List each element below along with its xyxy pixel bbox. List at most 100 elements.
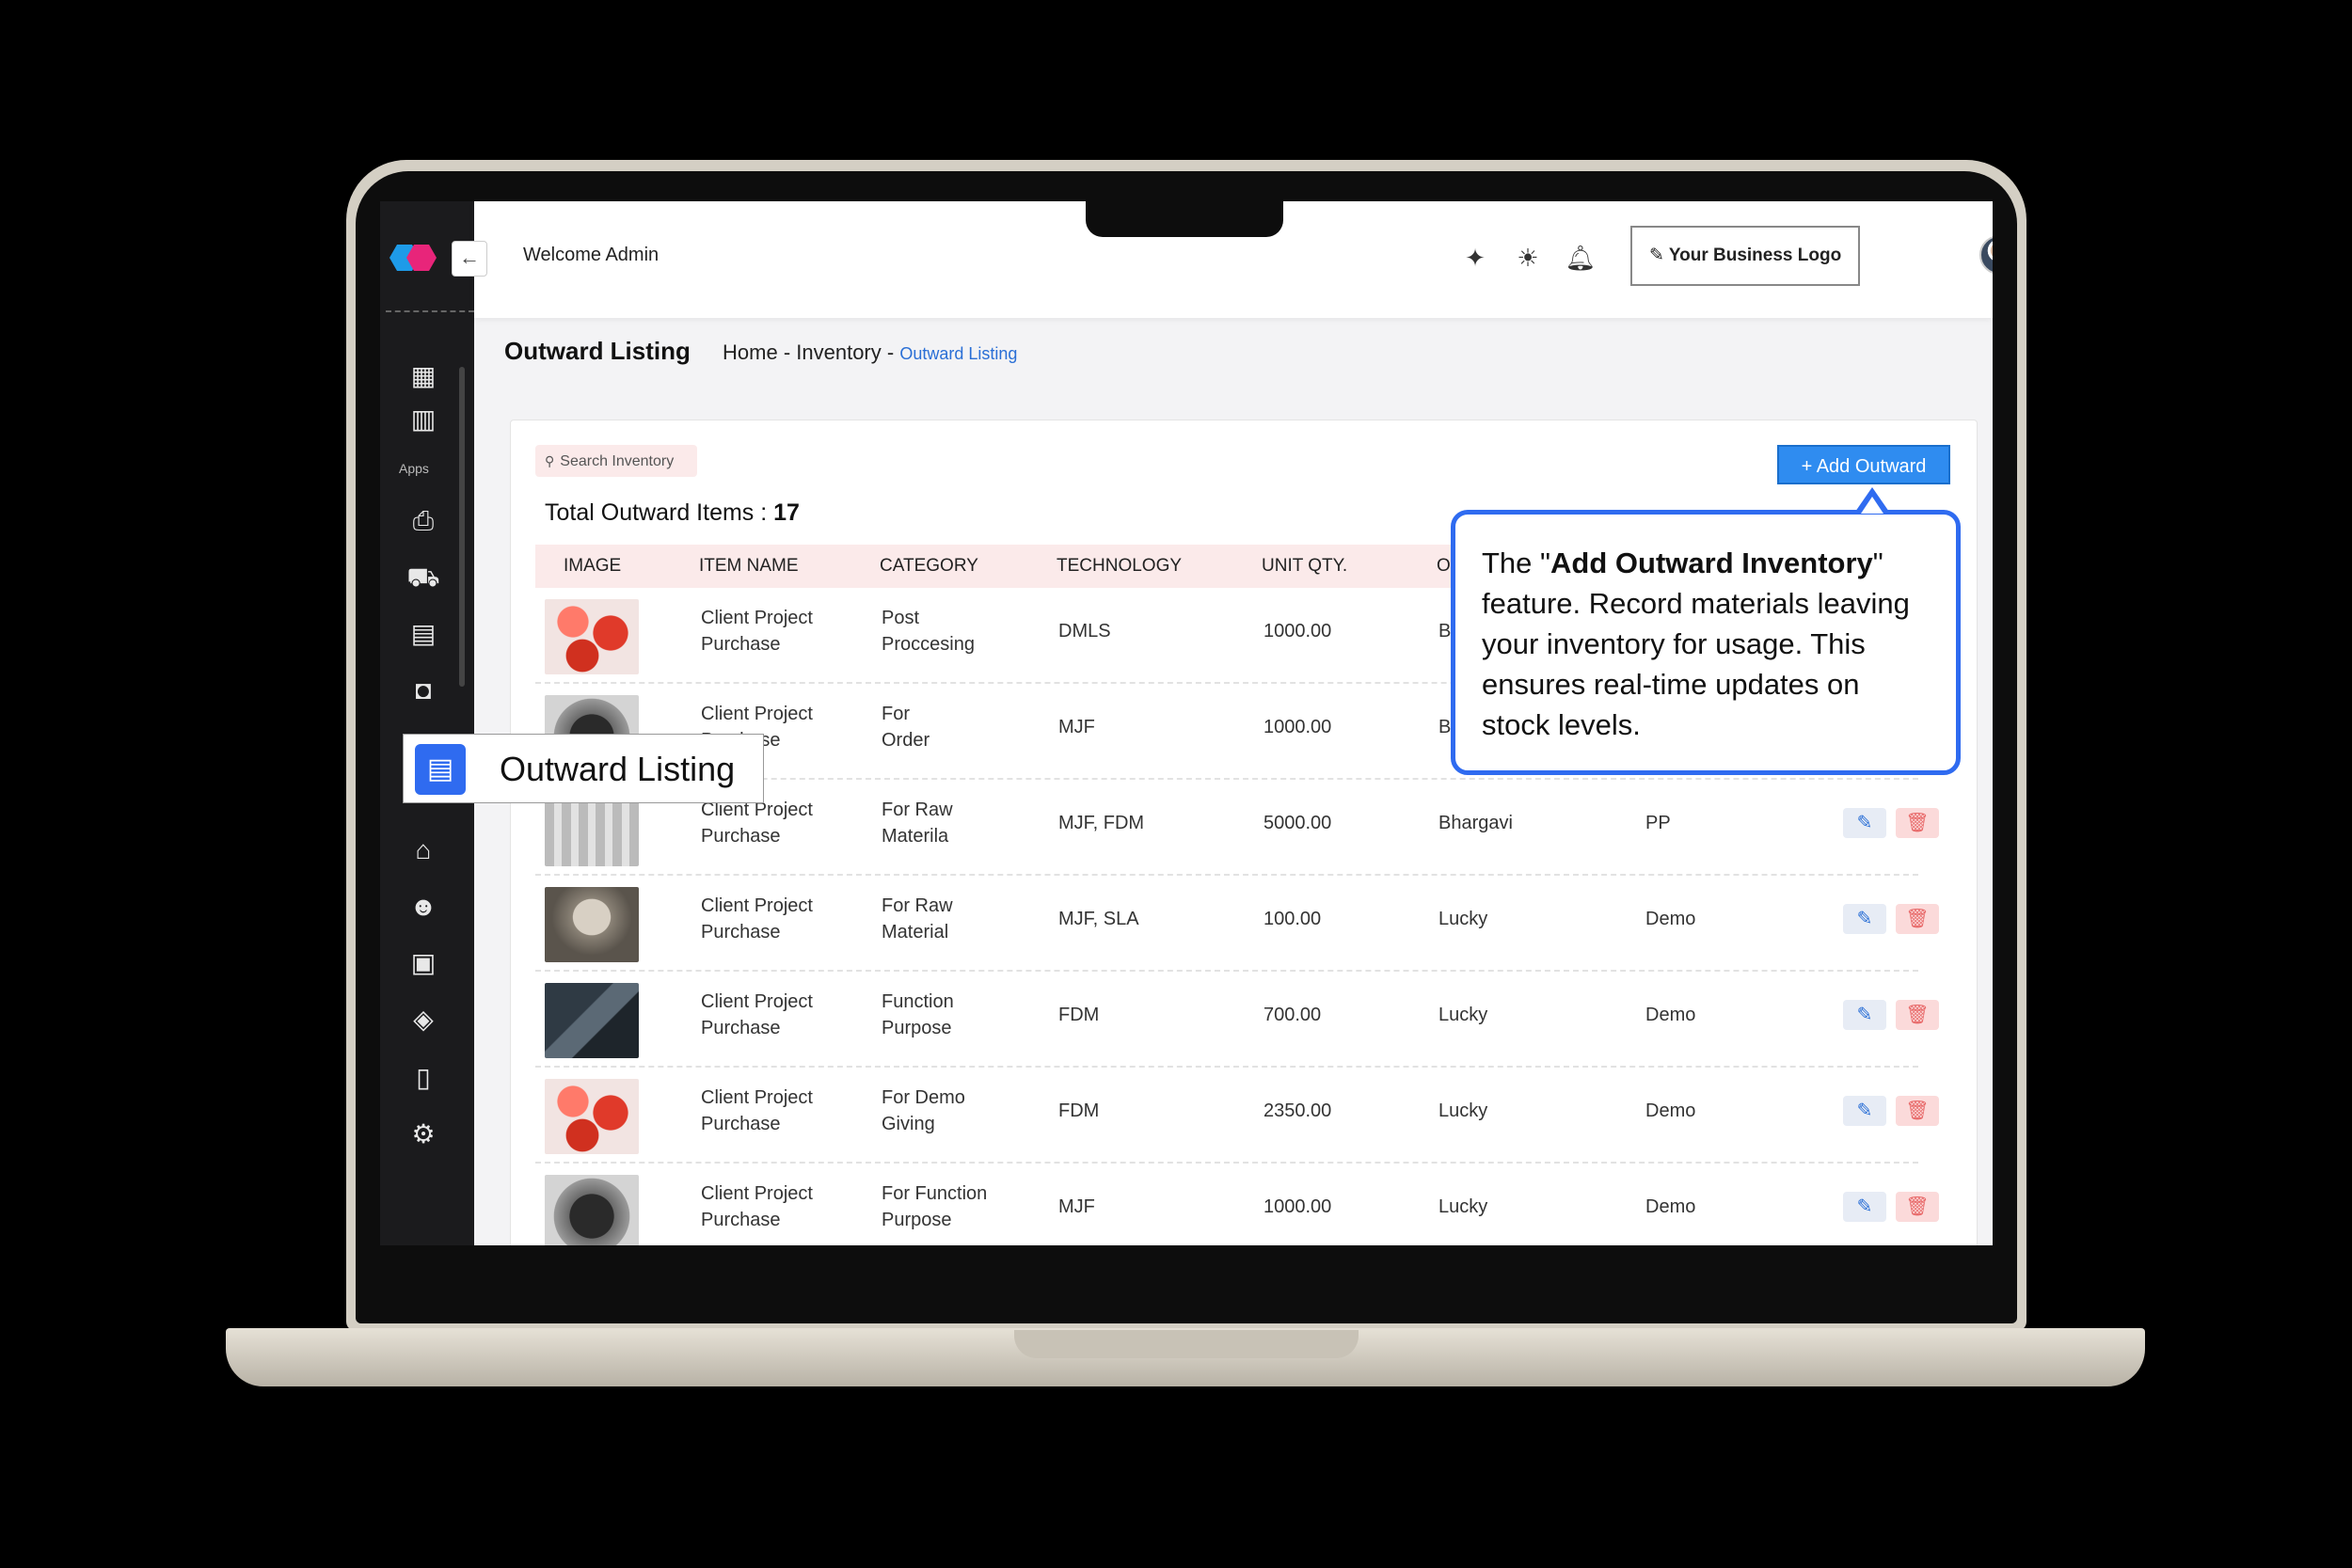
category-cell: For	[882, 704, 910, 724]
edit-button[interactable]: ✎	[1843, 1192, 1886, 1222]
column-header[interactable]: TECHNOLOGY	[1057, 556, 1182, 577]
chart-icon[interactable]: ▥	[406, 403, 440, 436]
delete-button[interactable]: 🗑︎	[1896, 904, 1939, 934]
name-cell: Purchase	[701, 1210, 781, 1230]
sidebar: ▦ ▥ Apps ⎙ ⛟ ▤ ◘ ⌂ ☻ ▣ ◈ ▯ ⚙	[380, 201, 474, 1245]
category-cell: Post	[882, 608, 920, 628]
column-header[interactable]: ITEM NAME	[699, 556, 799, 577]
bell-icon[interactable]: 🔔︎	[1562, 239, 1599, 277]
item-image[interactable]	[545, 599, 639, 674]
breadcrumb: Home - Inventory - Outward Listing	[723, 341, 1017, 365]
category-cell: Purpose	[882, 1210, 952, 1230]
camera-notch	[1086, 201, 1283, 237]
unit-qty-cell: 1000.00	[1263, 717, 1332, 737]
category-cell: For Demo	[882, 1087, 965, 1108]
welcome-text: Welcome Admin	[523, 245, 660, 265]
item-image[interactable]	[545, 1079, 639, 1154]
category-cell: For Raw	[882, 895, 953, 916]
pencil-icon: ✎	[1856, 909, 1873, 929]
pencil-icon: ✎	[1856, 1005, 1873, 1025]
tag-icon[interactable]: ◈	[406, 1003, 440, 1037]
item-image[interactable]	[545, 1175, 639, 1245]
page-title: Outward Listing	[504, 337, 691, 365]
chip-icon[interactable]: ▣	[406, 946, 440, 980]
search-placeholder: Search Inventory	[560, 453, 675, 469]
pencil-icon: ✎	[1856, 813, 1873, 833]
item-image[interactable]	[545, 983, 639, 1058]
bag-icon[interactable]: ◘	[406, 673, 440, 707]
total-value: 17	[773, 499, 800, 526]
kanban-icon[interactable]: ▤	[406, 617, 440, 651]
category-cell: Materila	[882, 826, 949, 847]
add-outward-button[interactable]: + Add Outward	[1777, 445, 1950, 484]
sidebar-divider	[386, 310, 474, 312]
trash-icon: 🗑︎	[1905, 1005, 1930, 1025]
technology-cell: FDM	[1058, 1101, 1100, 1121]
breadcrumb-inventory[interactable]: Inventory	[796, 341, 882, 364]
edit-button[interactable]: ✎	[1843, 808, 1886, 838]
business-logo-button[interactable]: ✎ Your Business Logo	[1630, 226, 1860, 286]
trash-icon: 🗑︎	[1905, 813, 1930, 833]
name-cell: Client Project	[701, 1183, 813, 1204]
dashboard-icon[interactable]: ▦	[406, 359, 440, 393]
total-label: Total Outward Items :	[545, 499, 768, 526]
feature-callout: The "Add Outward Inventory" feature. Rec…	[1451, 510, 1961, 775]
pencil-icon: ✎	[1649, 245, 1669, 265]
delete-button[interactable]: 🗑︎	[1896, 808, 1939, 838]
breadcrumb-separator: -	[886, 341, 895, 364]
column-header[interactable]: CATEGORY	[880, 556, 978, 577]
name-cell: Purchase	[701, 922, 781, 942]
edit-button[interactable]: ✎	[1843, 1000, 1886, 1030]
column-header[interactable]: UNIT QTY.	[1262, 556, 1347, 577]
user-edit-icon[interactable]: ☻	[406, 890, 440, 924]
printer-icon[interactable]: ⎙	[406, 504, 440, 538]
sidebar-scrollbar[interactable]	[459, 367, 465, 687]
extra-cell: Demo	[1645, 1005, 1696, 1025]
trash-icon: 🗑︎	[1905, 909, 1930, 929]
search-input[interactable]: ⚲ Search Inventory	[535, 445, 697, 477]
trash-icon: 🗑︎	[1905, 1196, 1930, 1217]
unit-qty-cell: 2350.00	[1263, 1101, 1332, 1121]
settings-icon[interactable]: ⚙	[406, 1117, 440, 1151]
sparkle-icon[interactable]: ✦	[1456, 239, 1494, 277]
category-cell: Proccesing	[882, 634, 975, 655]
sun-icon[interactable]: ☀	[1509, 239, 1547, 277]
callout-text-pre: The "	[1482, 546, 1551, 579]
outward-cell: Lucky	[1438, 1196, 1488, 1217]
name-cell: Purchase	[701, 1018, 781, 1038]
laptop-base-notch	[1014, 1330, 1359, 1358]
unit-qty-cell: 1000.00	[1263, 621, 1332, 641]
category-cell: Function	[882, 991, 954, 1012]
delete-button[interactable]: 🗑︎	[1896, 1096, 1939, 1126]
pencil-icon: ✎	[1856, 1101, 1873, 1121]
app-logo	[389, 245, 437, 271]
search-icon: ⚲	[545, 453, 555, 468]
category-cell: For Raw	[882, 800, 953, 820]
column-header[interactable]: IMAGE	[564, 556, 621, 577]
unit-qty-cell: 100.00	[1263, 909, 1322, 929]
edit-button[interactable]: ✎	[1843, 904, 1886, 934]
technology-cell: DMLS	[1058, 621, 1111, 641]
book-icon[interactable]: ▯	[406, 1061, 440, 1095]
item-image[interactable]	[545, 887, 639, 962]
breadcrumb-separator: -	[783, 341, 791, 364]
avatar[interactable]	[1979, 235, 1993, 275]
delete-button[interactable]: 🗑︎	[1896, 1192, 1939, 1222]
breadcrumb-home[interactable]: Home	[723, 341, 778, 364]
bank-icon[interactable]: ⌂	[406, 833, 440, 867]
edit-button[interactable]: ✎	[1843, 1096, 1886, 1126]
outward-cell: Bhargavi	[1438, 813, 1513, 833]
delete-button[interactable]: 🗑︎	[1896, 1000, 1939, 1030]
callout-text-bold: Add Outward Inventory	[1550, 546, 1873, 579]
name-cell: Purchase	[701, 826, 781, 847]
table-row: Client Project Purchase For Demo Giving FDM 2…	[535, 1068, 1939, 1164]
truck-icon[interactable]: ⛟	[406, 561, 440, 594]
sidebar-collapse-button[interactable]: ←	[452, 241, 487, 277]
sidebar-tooltip-outward-listing[interactable]: ▤ Outward Listing	[403, 734, 764, 803]
technology-cell: MJF	[1058, 1196, 1095, 1217]
name-cell: Client Project	[701, 704, 813, 724]
technology-cell: MJF, FDM	[1058, 813, 1145, 833]
table-row: Client Project Purchase Function Purpose FDM…	[535, 972, 1939, 1068]
extra-cell: Demo	[1645, 909, 1696, 929]
breadcrumb-active: Outward Listing	[899, 344, 1018, 363]
